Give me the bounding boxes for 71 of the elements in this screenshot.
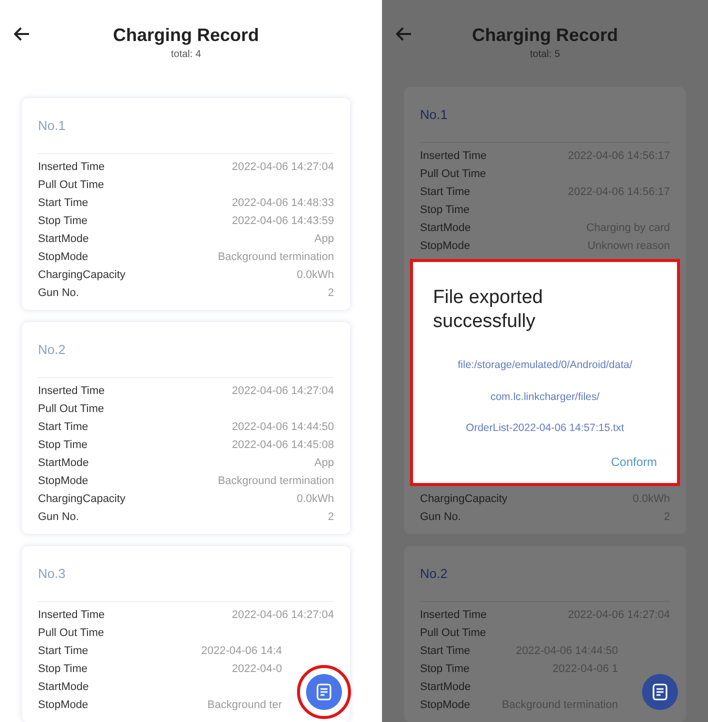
field-label: StopMode: [38, 474, 88, 489]
document-icon: [652, 683, 668, 701]
field-label: Start Time: [420, 644, 470, 659]
field-label: StartMode: [420, 680, 471, 695]
field-value: Background ter: [207, 698, 282, 713]
field-value: 0.0kWh: [296, 268, 334, 283]
field-label: StopMode: [38, 698, 88, 713]
field-label: StopMode: [420, 698, 470, 713]
conform-button[interactable]: Conform: [610, 453, 657, 471]
field-label: Gun No.: [420, 510, 461, 525]
record-number: No.2: [38, 340, 66, 359]
field-label: Gun No.: [38, 286, 79, 301]
field-label: Inserted Time: [38, 608, 105, 623]
field-value: Background termination: [218, 474, 334, 489]
field-label: Stop Time: [38, 214, 88, 229]
field-label: Gun No.: [38, 510, 79, 525]
file-path-text: com.lc.linkcharger/files/: [490, 390, 600, 404]
field-label: Pull Out Time: [38, 626, 104, 641]
field-label: StartMode: [38, 456, 89, 471]
field-value: 2022-04-06 14:4: [201, 644, 282, 659]
field-value: App: [314, 456, 334, 471]
field-label: Inserted Time: [420, 608, 487, 623]
field-label: Stop Time: [38, 662, 88, 677]
field-value: Background termination: [218, 250, 334, 265]
record-number: No.2: [420, 564, 448, 583]
field-label: ChargingCapacity: [38, 268, 126, 283]
field-label: Pull Out Time: [420, 626, 486, 641]
field-value: 2022-04-06 14:43:59: [232, 214, 334, 229]
field-label: Stop Time: [38, 438, 88, 453]
field-label: StartMode: [38, 232, 89, 247]
record-number: No.1: [420, 106, 448, 124]
field-value: 2022-04-06 14:44:50: [232, 420, 334, 435]
field-label: ChargingCapacity: [420, 492, 508, 507]
file-path-text: OrderList-2022-04-06 14:57:15.txt: [466, 421, 624, 436]
file-path-text: file:/storage/emulated/0/Android/data/: [458, 358, 632, 373]
field-label: ChargingCapacity: [38, 492, 126, 507]
back-arrow-icon[interactable]: [14, 27, 30, 41]
field-label: Start Time: [38, 420, 88, 435]
total-count: total: 4: [170, 48, 202, 62]
field-value: 2022-04-06 14:27:04: [232, 160, 334, 175]
field-label: Pull Out Time: [38, 178, 104, 193]
field-label: Inserted Time: [38, 384, 105, 399]
field-label: Start Time: [38, 196, 88, 211]
field-value: 2022-04-06 14:27:04: [232, 608, 334, 623]
field-label: StartMode: [420, 220, 471, 236]
field-label: StopMode: [38, 250, 88, 265]
field-label: Stop Time: [420, 662, 470, 677]
field-label: Start Time: [38, 644, 88, 659]
record-number: No.1: [38, 116, 66, 135]
field-label: Inserted Time: [38, 160, 105, 175]
field-label: Pull Out Time: [38, 402, 104, 417]
field-value: 2: [328, 286, 334, 301]
field-label: Inserted Time: [420, 148, 487, 164]
field-value: 2022-04-06 14:48:33: [232, 196, 334, 211]
page-title: Charging Record: [472, 24, 618, 47]
field-value: 2022-04-0: [232, 662, 282, 677]
field-value: 0.0kWh: [296, 492, 334, 507]
field-label: StartMode: [38, 680, 89, 695]
field-label: Pull Out Time: [420, 166, 486, 182]
field-label: Start Time: [420, 184, 470, 200]
field-value: 2022-04-06 14:27:04: [232, 384, 334, 399]
total-count: total: 5: [530, 48, 560, 62]
field-value: 2022-04-06 14:45:08: [232, 438, 334, 453]
field-value: 2: [328, 510, 334, 525]
dialog-title: File exported successfully: [433, 286, 544, 334]
document-icon: [316, 683, 332, 701]
field-label: StopMode: [420, 238, 470, 254]
page-title: Charging Record: [112, 24, 259, 47]
field-label: Stop Time: [420, 202, 470, 218]
record-number: No.3: [38, 564, 66, 583]
field-value: App: [314, 232, 334, 247]
